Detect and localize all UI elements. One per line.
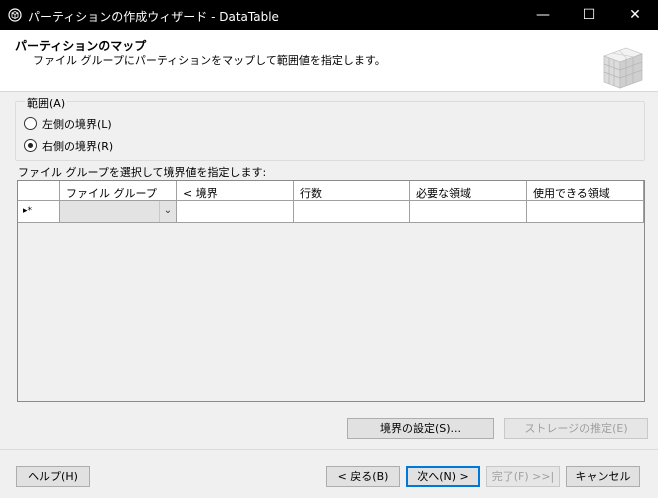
grid-header-available-space[interactable]: 使用できる領域 — [527, 181, 644, 201]
row-count-cell — [294, 201, 410, 223]
grid-header-required-space[interactable]: 必要な領域 — [410, 181, 527, 201]
radio-right-boundary-label: 右側の境界(R) — [42, 140, 114, 153]
grid-header-row-count[interactable]: 行数 — [294, 181, 410, 201]
database-cube-icon — [8, 8, 22, 22]
required-space-cell — [410, 201, 527, 223]
wizard-header: パーティションのマップ ファイル グループにパーティションをマップして範囲値を指… — [0, 30, 658, 92]
next-button[interactable]: 次へ(N) > — [406, 466, 480, 487]
filegroup-dropdown-cell[interactable]: ⌄ — [60, 201, 177, 223]
grid-header-boundary[interactable]: < 境界 — [177, 181, 294, 201]
available-space-cell — [527, 201, 644, 223]
page-subtitle: ファイル グループにパーティションをマップして範囲値を指定します。 — [33, 54, 386, 67]
radio-left-boundary-label: 左側の境界(L) — [42, 118, 112, 131]
partition-grid[interactable]: ファイル グループ < 境界 行数 必要な領域 使用できる領域 ▸* ⌄ — [17, 180, 645, 402]
title-bar: パーティションの作成ウィザード - DataTable — ☐ ✕ — [0, 0, 658, 30]
footer-divider — [0, 449, 658, 450]
boundary-cell[interactable] — [177, 201, 294, 223]
radio-left-boundary[interactable]: 左側の境界(L) — [24, 115, 244, 133]
grid-header-filegroup[interactable]: ファイル グループ — [60, 181, 177, 201]
help-button[interactable]: ヘルプ(H) — [16, 466, 90, 487]
finish-button[interactable]: 完了(F) >>| — [486, 466, 560, 487]
close-button[interactable]: ✕ — [612, 0, 658, 30]
grid-caption: ファイル グループを選択して境界値を指定します: — [18, 166, 267, 179]
minimize-button[interactable]: — — [520, 0, 566, 30]
window-title: パーティションの作成ウィザード - DataTable — [28, 10, 279, 24]
chevron-down-icon[interactable]: ⌄ — [159, 201, 176, 222]
partition-cube-icon — [602, 47, 644, 89]
maximize-button[interactable]: ☐ — [566, 0, 612, 30]
radio-right-boundary[interactable]: 右側の境界(R) — [24, 137, 244, 155]
radio-circle[interactable] — [24, 139, 37, 152]
radio-circle[interactable] — [24, 117, 37, 130]
radio-selected-dot — [28, 143, 33, 148]
back-button[interactable]: < 戻る(B) — [326, 466, 400, 487]
set-boundaries-button[interactable]: 境界の設定(S)... — [347, 418, 494, 439]
new-row-indicator: ▸* — [18, 201, 60, 223]
estimate-storage-button[interactable]: ストレージの推定(E) — [504, 418, 648, 439]
range-group-label: 範囲(A) — [25, 95, 68, 111]
cancel-button[interactable]: キャンセル — [566, 466, 640, 487]
grid-header-row-selector — [18, 181, 60, 201]
